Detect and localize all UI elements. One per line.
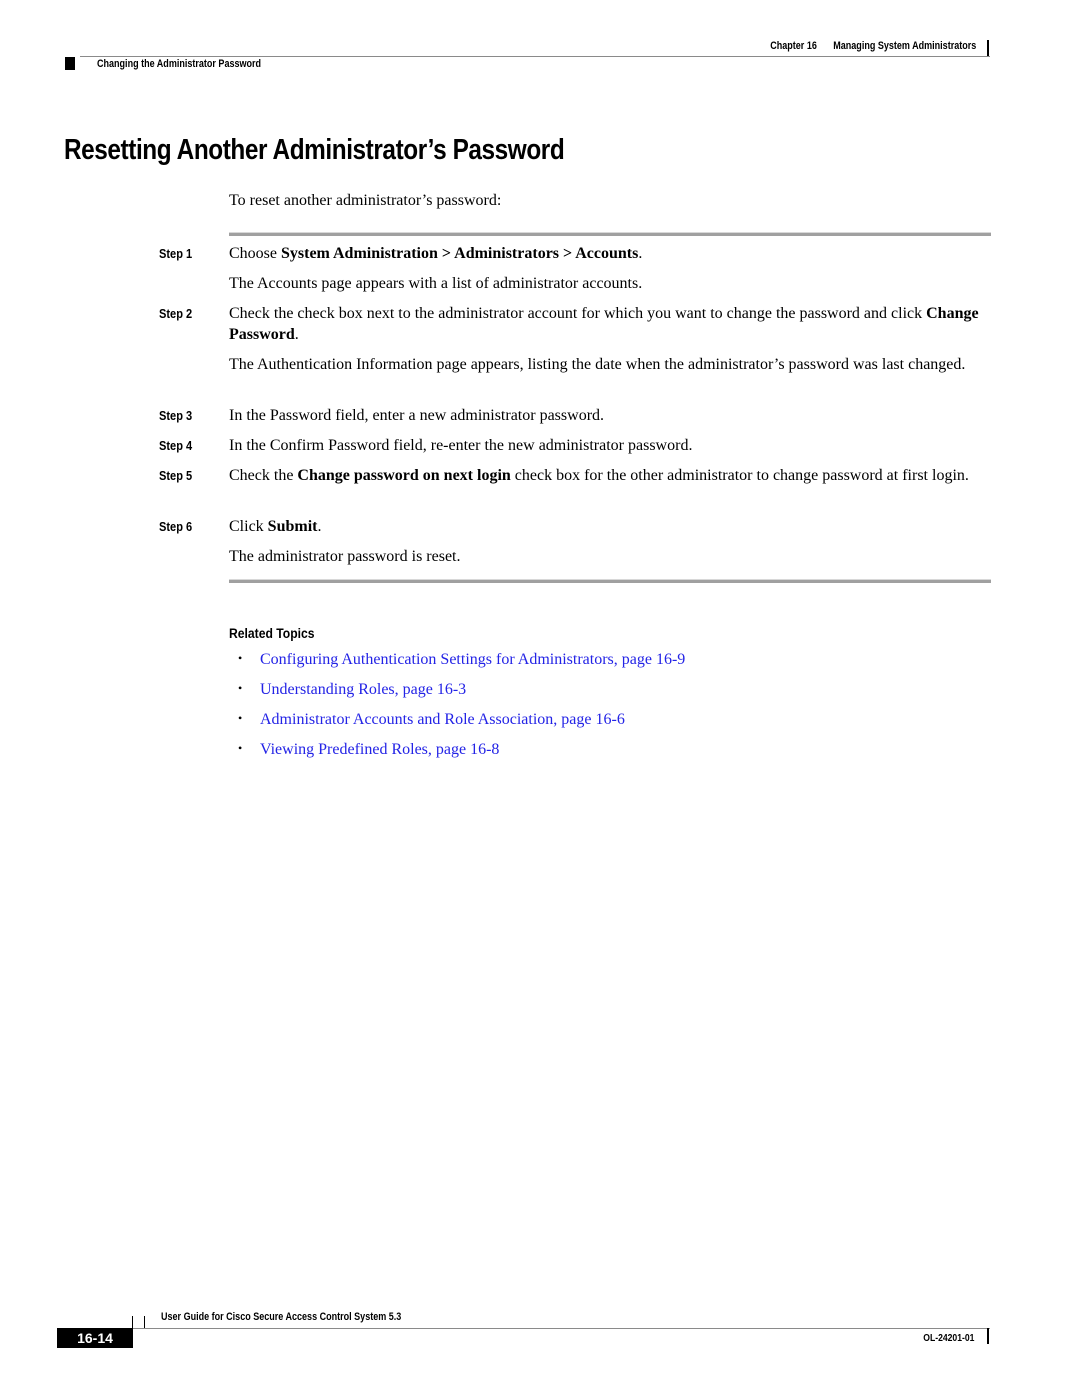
procedure-top-rule xyxy=(229,232,991,236)
checkbox-name: Change password on next login xyxy=(297,467,511,484)
step-1-text: Choose System Administration > Administr… xyxy=(229,245,643,262)
footer-doc-number: OL-24201-01 xyxy=(922,1332,974,1344)
page-title: Resetting Another Administrator’s Passwo… xyxy=(64,134,565,166)
related-topic-item: • Administrator Accounts and Role Associa… xyxy=(238,711,625,729)
step-5-text: Check the Change password on next login … xyxy=(229,467,969,484)
header-rule xyxy=(80,56,990,57)
step-4-text: In the Confirm Password field, re-enter … xyxy=(229,437,693,454)
intro-text: To reset another administrator’s passwor… xyxy=(229,192,502,209)
related-topic-item: • Configuring Authentication Settings for… xyxy=(238,651,685,669)
header-vertical-bar xyxy=(987,40,989,56)
menu-path: System Administration > Administrators >… xyxy=(281,245,639,262)
related-topics-heading: Related Topics xyxy=(229,626,315,641)
page-number-badge: 16-14 xyxy=(57,1328,133,1348)
step-label: Step 4 xyxy=(159,438,193,453)
related-topic-item: • Understanding Roles, page 16-3 xyxy=(238,681,466,699)
related-topic-link[interactable]: Configuring Authentication Settings for … xyxy=(260,651,685,668)
step-6-text: Click Submit. xyxy=(229,518,322,535)
footer-vertical-bar xyxy=(987,1328,989,1344)
button-name: Submit xyxy=(267,518,318,535)
step-label: Step 5 xyxy=(159,468,193,483)
chapter-number: Chapter 16 xyxy=(769,40,817,52)
related-topic-item: • Viewing Predefined Roles, page 16-8 xyxy=(238,741,499,759)
step-3-text: In the Password field, enter a new admin… xyxy=(229,407,605,424)
step-label: Step 2 xyxy=(159,306,193,321)
related-topic-link[interactable]: Administrator Accounts and Role Associat… xyxy=(260,711,625,728)
related-topic-link[interactable]: Understanding Roles, page 16-3 xyxy=(260,681,466,698)
bullet-icon: • xyxy=(238,681,243,695)
step-2-result: The Authentication Information page appe… xyxy=(229,356,966,373)
bullet-icon: • xyxy=(238,651,243,665)
footer-rule xyxy=(132,1328,990,1329)
related-topic-link[interactable]: Viewing Predefined Roles, page 16-8 xyxy=(260,741,499,758)
step-1-result: The Accounts page appears with a list of… xyxy=(229,275,643,292)
step-label: Step 3 xyxy=(159,408,193,423)
running-header-chapter: Chapter 16 Managing System Administrators xyxy=(770,40,976,52)
running-header-section: Changing the Administrator Password xyxy=(97,58,262,70)
step-2-text: Check the check box next to the administ… xyxy=(229,305,979,343)
footer-tick-marks xyxy=(132,1316,145,1328)
bullet-icon: • xyxy=(238,741,243,755)
bullet-icon: • xyxy=(238,711,243,725)
footer-guide-title: User Guide for Cisco Secure Access Contr… xyxy=(161,1311,402,1323)
chapter-title: Managing System Administrators xyxy=(832,40,976,52)
header-square-marker xyxy=(65,57,75,70)
procedure-bottom-rule xyxy=(229,579,991,583)
step-label: Step 6 xyxy=(159,519,193,534)
step-label: Step 1 xyxy=(159,246,193,261)
step-6-result: The administrator password is reset. xyxy=(229,548,461,565)
